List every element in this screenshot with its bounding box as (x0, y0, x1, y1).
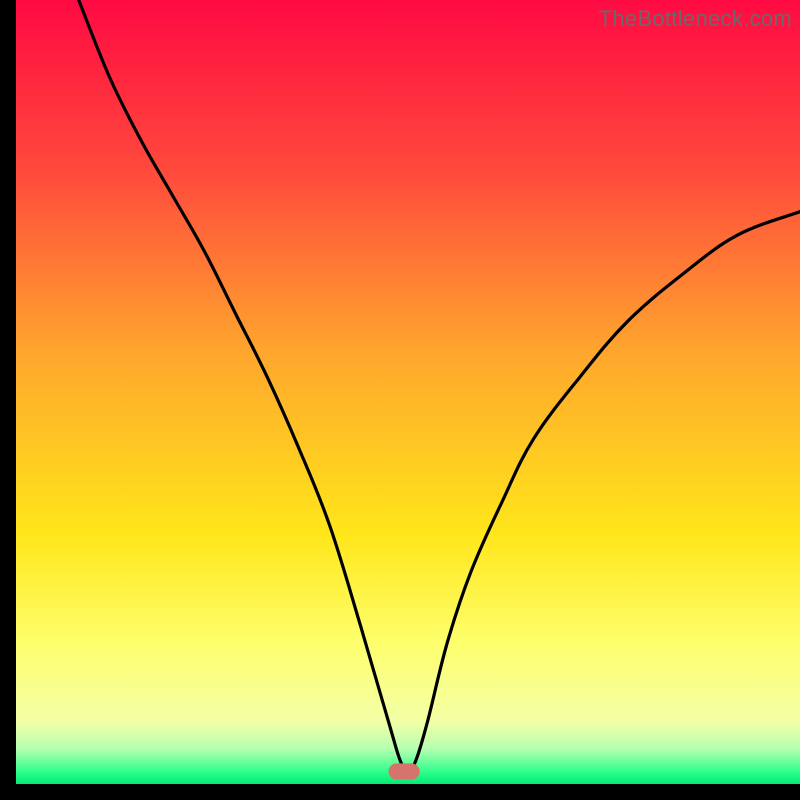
chart-svg (16, 0, 800, 784)
plot-area (16, 0, 800, 784)
bottleneck-marker (388, 763, 419, 779)
gradient-background (16, 0, 800, 784)
source-watermark: TheBottleneck.com (599, 6, 792, 32)
